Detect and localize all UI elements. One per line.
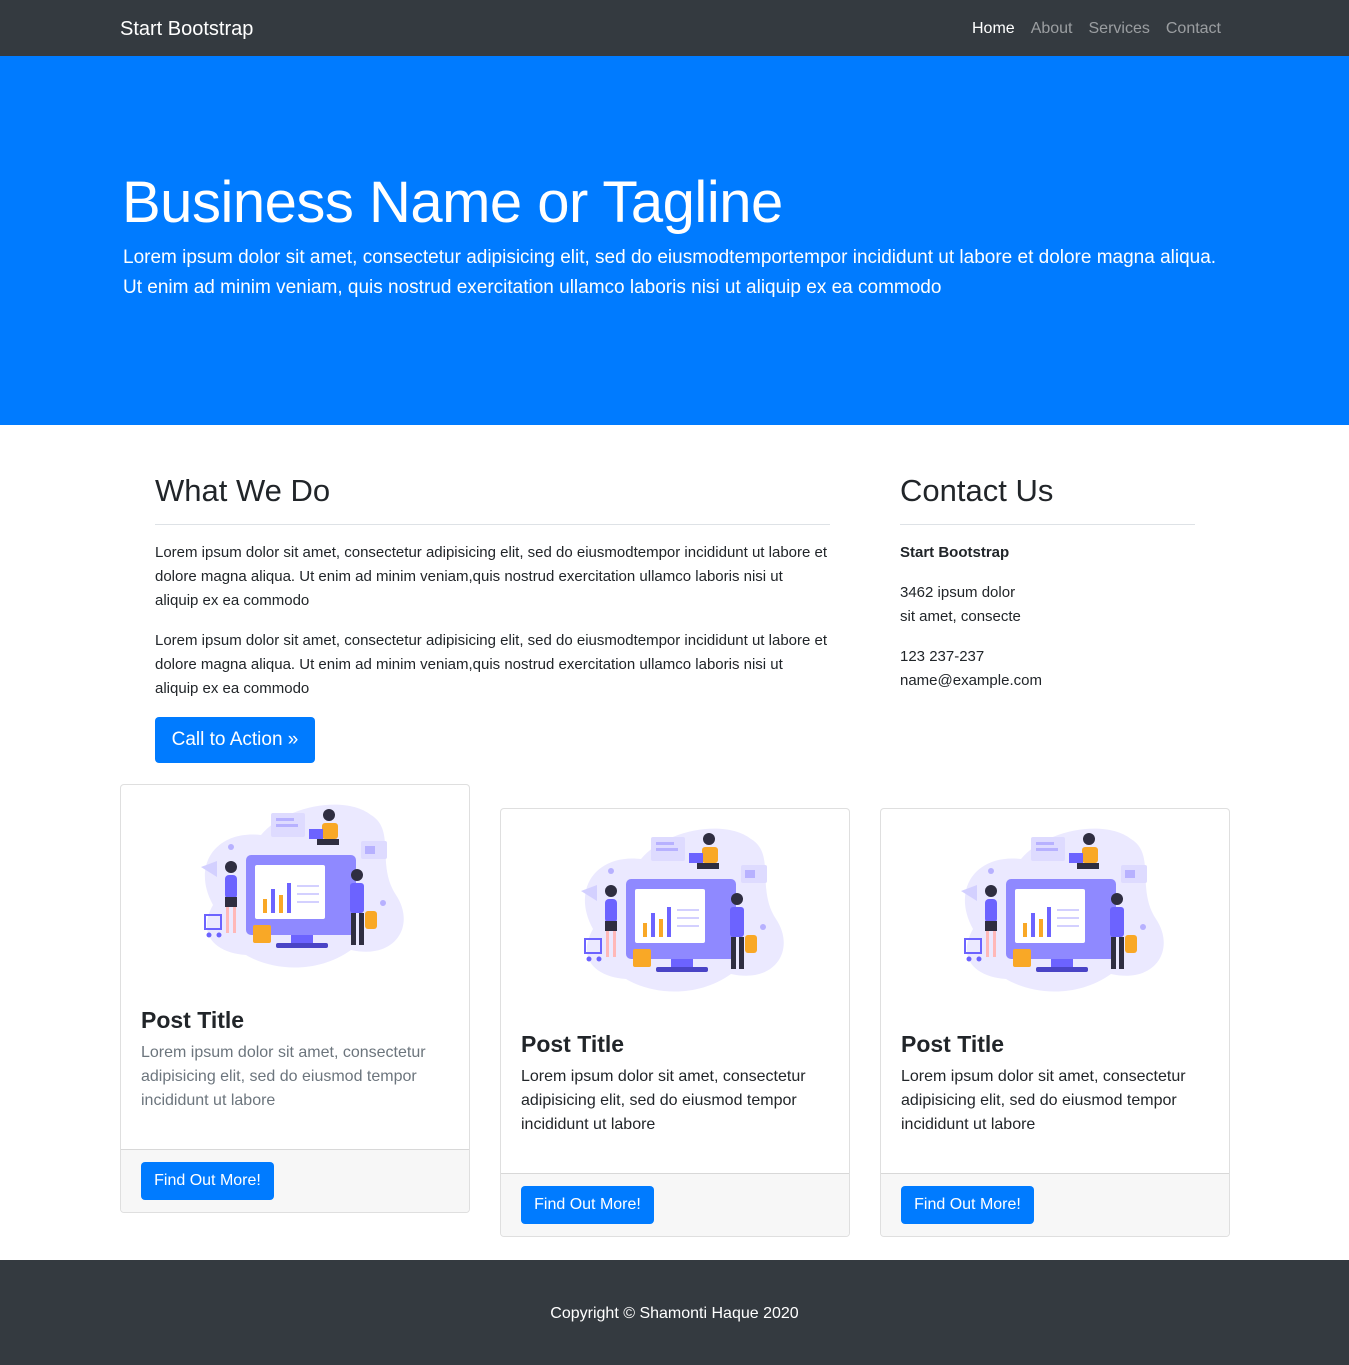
card-title: Post Title <box>141 1007 245 1033</box>
contact-us-heading: Contact Us <box>900 473 1054 508</box>
nav-links: Home About Services Contact <box>956 19 1221 39</box>
nav-link-services[interactable]: Services <box>1089 19 1150 39</box>
nav-link-home[interactable]: Home <box>972 19 1015 39</box>
contact-phone: 123 237-237 <box>900 648 985 665</box>
card-title: Post Title <box>901 1031 1005 1057</box>
what-we-do-paragraph-2: Lorem ipsum dolor sit amet, consectetur … <box>155 632 828 697</box>
card-footer: Find Out More! <box>501 1173 849 1236</box>
card-title: Post Title <box>521 1031 625 1057</box>
contact-company-name: Start Bootstrap <box>900 544 1010 561</box>
find-out-more-button[interactable]: Find Out More! <box>901 1186 1034 1224</box>
contact-address-line-2: sit amet, consecte <box>900 608 1021 625</box>
card-text: Lorem ipsum dolor sit amet, consectetur … <box>141 1044 426 1109</box>
find-out-more-button[interactable]: Find Out More! <box>141 1162 274 1200</box>
call-to-action-button[interactable]: Call to Action » <box>155 717 315 763</box>
card-footer: Find Out More! <box>121 1149 469 1212</box>
hero-lead: Lorem ipsum dolor sit amet, consectetur … <box>123 247 1217 298</box>
nav-link-contact[interactable]: Contact <box>1166 19 1221 39</box>
card-illustration <box>121 785 469 985</box>
post-card: Post Title Lorem ipsum dolor sit amet, c… <box>120 784 470 1213</box>
navbar-brand[interactable]: Start Bootstrap <box>120 17 253 41</box>
hero-section: Business Name or Tagline Lorem ipsum dol… <box>0 56 1349 425</box>
card-footer: Find Out More! <box>881 1173 1229 1236</box>
card-text: Lorem ipsum dolor sit amet, consectetur … <box>521 1068 806 1133</box>
footer-copyright: Copyright © Shamonti Haque 2020 <box>550 1305 799 1322</box>
contact-email[interactable]: name@example.com <box>900 669 1042 693</box>
post-card: Post Title Lorem ipsum dolor sit amet, c… <box>880 808 1230 1237</box>
card-text: Lorem ipsum dolor sit amet, consectetur … <box>901 1068 1186 1133</box>
hero-title: Business Name or Tagline <box>122 170 783 235</box>
find-out-more-button[interactable]: Find Out More! <box>521 1186 654 1224</box>
what-we-do-paragraph-1: Lorem ipsum dolor sit amet, consectetur … <box>155 544 828 609</box>
contact-divider <box>900 524 1195 525</box>
card-illustration <box>501 809 849 1009</box>
page-footer: Copyright © Shamonti Haque 2020 <box>0 1260 1349 1365</box>
contact-address-line-1: 3462 ipsum dolor <box>900 584 1016 601</box>
card-illustration <box>881 809 1229 1009</box>
what-we-do-divider <box>155 524 830 525</box>
nav-link-about[interactable]: About <box>1031 19 1073 39</box>
post-card: Post Title Lorem ipsum dolor sit amet, c… <box>500 808 850 1237</box>
navbar: Start Bootstrap Home About Services Cont… <box>0 0 1349 56</box>
what-we-do-heading: What We Do <box>155 473 331 508</box>
